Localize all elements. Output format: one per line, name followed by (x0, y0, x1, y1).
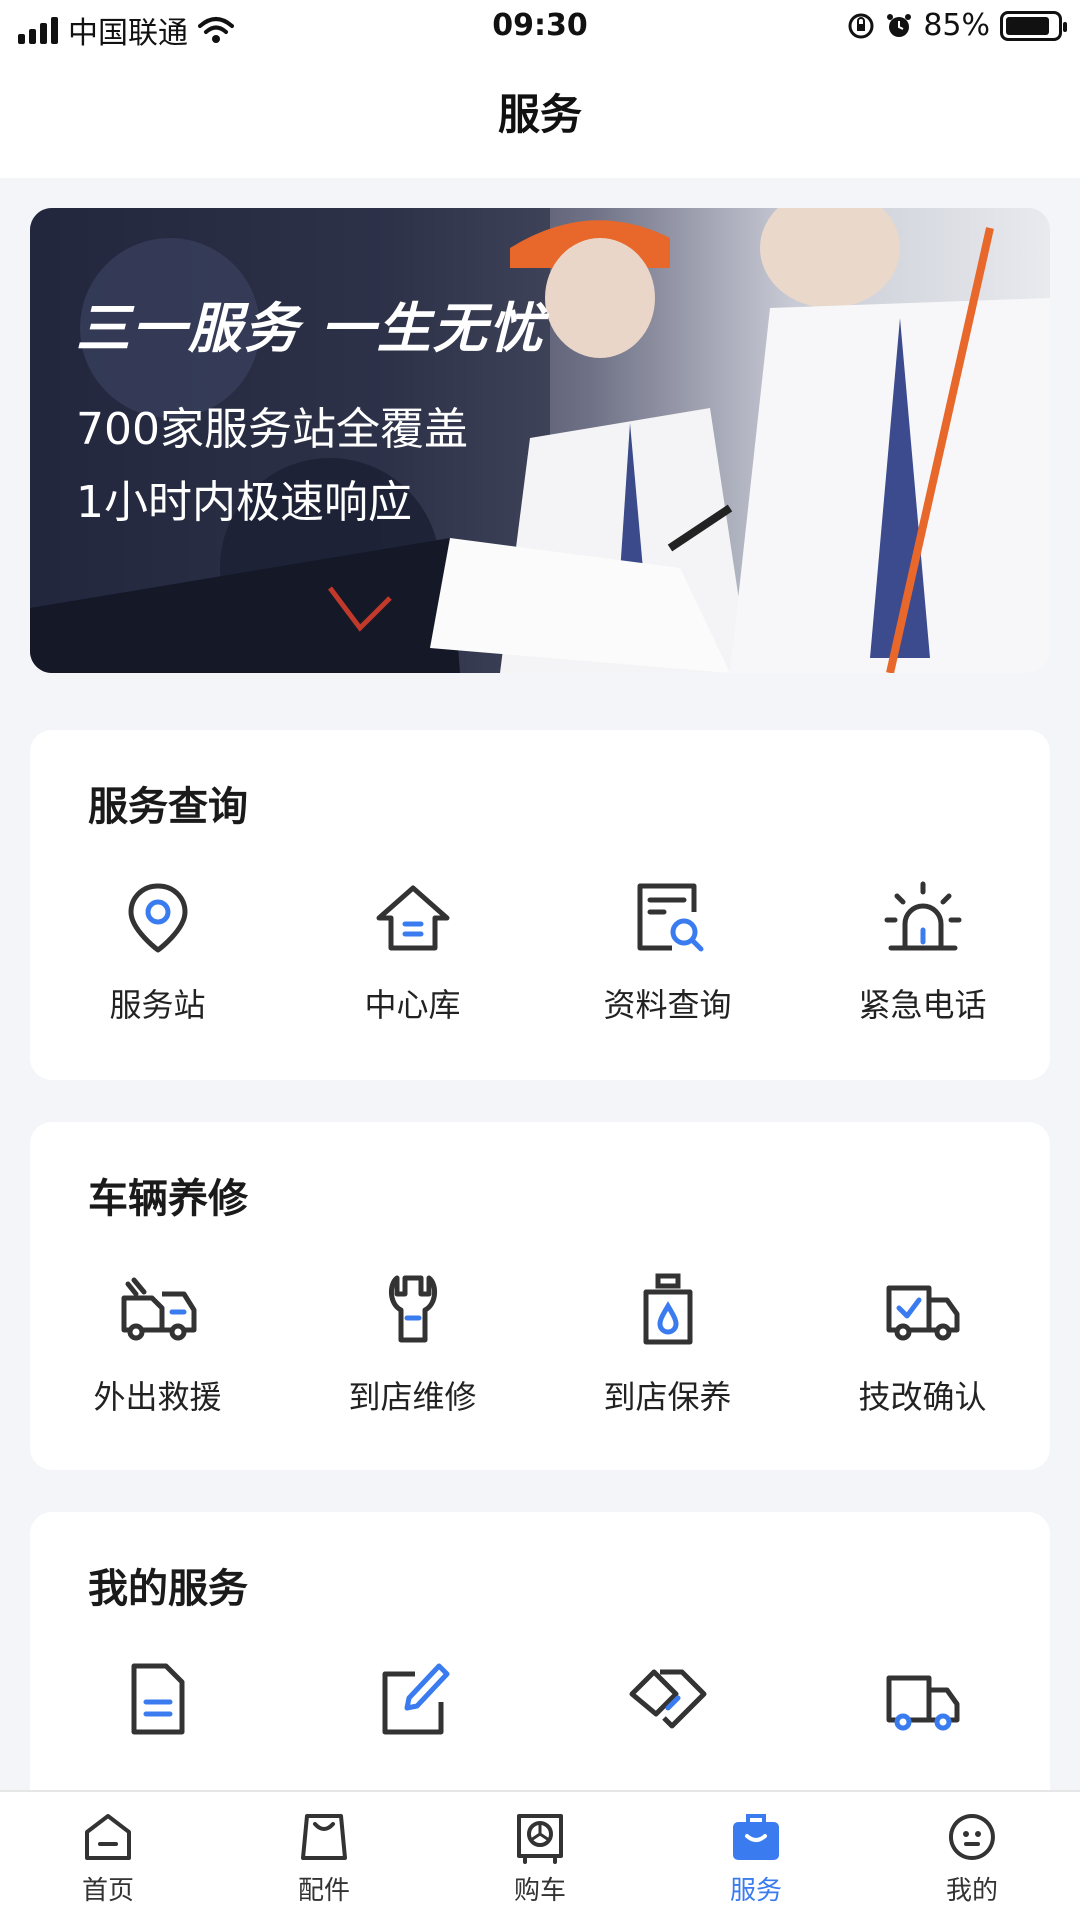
profile-icon (948, 1814, 995, 1860)
section-title: 服务查询 (88, 784, 248, 830)
service-query-grid: 服务站 中心库 资料查询 紧急电话 (30, 878, 1050, 1026)
warehouse-icon (376, 885, 449, 951)
location-pin-icon (128, 883, 187, 953)
grid-item-my-edit[interactable] (285, 1660, 540, 1740)
tab-service[interactable]: 服务 (648, 1792, 864, 1920)
alarm-light-icon (884, 881, 961, 951)
grid-item-my-cooperation[interactable] (540, 1660, 795, 1740)
grid-item-service-station[interactable]: 服务站 (30, 878, 285, 1026)
truck-front-icon (517, 1814, 563, 1864)
battery-fill (1006, 16, 1049, 35)
rescue-truck-icon (121, 1277, 196, 1341)
grid-label: 资料查询 (603, 986, 732, 1024)
edit-icon (382, 1663, 449, 1735)
bottom-tab-bar: 首页 配件 购车 服务 我的 (0, 1790, 1080, 1920)
section-service-query: 服务查询 服务站 中心库 资料查询 紧急电话 (30, 730, 1050, 1080)
grid-item-warehouse[interactable]: 中心库 (285, 878, 540, 1026)
grid-item-rescue[interactable]: 外出救援 (30, 1270, 285, 1418)
rotation-lock-icon (848, 13, 874, 38)
tab-label: 配件 (297, 1876, 350, 1906)
grid-item-document-search[interactable]: 资料查询 (540, 878, 795, 1026)
grid-label: 到店维修 (348, 1378, 477, 1416)
grid-label: 中心库 (364, 986, 461, 1024)
grid-label: 外出救援 (93, 1378, 222, 1416)
grid-item-tech-confirm[interactable]: 技改确认 (795, 1270, 1050, 1418)
page-title: 服务 (497, 90, 582, 139)
tab-label: 服务 (729, 1876, 782, 1906)
status-right: 85% (847, 8, 1067, 43)
vehicle-maintenance-grid: 外出救援 到店维修 到店保养 技改确认 (30, 1270, 1050, 1418)
document-icon (131, 1663, 184, 1735)
home-icon (85, 1814, 131, 1860)
nav-bar: 服务 (0, 56, 1080, 178)
document-search-icon (637, 883, 703, 952)
grid-item-emergency-phone[interactable]: 紧急电话 (795, 878, 1050, 1026)
section-title: 我的服务 (88, 1566, 248, 1612)
section-title: 车辆养修 (88, 1176, 248, 1222)
alarm-icon (887, 13, 912, 37)
tab-label: 我的 (945, 1876, 998, 1906)
section-my-services: 我的服务 (30, 1512, 1050, 1812)
battery-percent: 85% (923, 8, 990, 43)
tab-home[interactable]: 首页 (0, 1792, 216, 1920)
tab-profile[interactable]: 我的 (864, 1792, 1080, 1920)
grid-item-store-repair[interactable]: 到店维修 (285, 1270, 540, 1418)
banner-slogan: 三一服务 一生无忧 (76, 297, 545, 360)
tab-buy-car[interactable]: 购车 (432, 1792, 648, 1920)
grid-item-my-vehicles[interactable] (795, 1660, 1050, 1740)
grid-label: 紧急电话 (858, 986, 987, 1024)
tab-parts[interactable]: 配件 (216, 1792, 432, 1920)
grid-item-my-orders[interactable] (30, 1660, 285, 1740)
grid-label: 服务站 (109, 986, 206, 1024)
promo-banner[interactable]: 三一服务 一生无忧 700家服务站全覆盖 1小时内极速响应 (30, 208, 1050, 673)
battery-icon (1000, 10, 1067, 41)
grid-label: 技改确认 (858, 1378, 987, 1416)
my-services-grid (30, 1660, 1050, 1740)
tab-label: 购车 (513, 1876, 566, 1906)
grid-item-store-maintenance[interactable]: 到店保养 (540, 1270, 795, 1418)
truck-check-icon (886, 1285, 959, 1341)
grid-label: 到店保养 (603, 1378, 732, 1416)
tab-label: 首页 (81, 1876, 134, 1906)
truck-icon (886, 1675, 959, 1731)
section-vehicle-maintenance: 车辆养修 外出救援 到店维修 到店保养 技改确认 (30, 1122, 1050, 1470)
wrench-icon (388, 1275, 437, 1343)
oil-can-icon (643, 1273, 692, 1345)
service-bag-icon (733, 1814, 779, 1860)
banner-line-2: 1小时内极速响应 (76, 477, 412, 528)
banner-line-1: 700家服务站全覆盖 (76, 404, 468, 455)
handshake-icon (629, 1669, 706, 1729)
bag-icon (301, 1814, 347, 1860)
status-bar: 中国联通 09:30 85% (0, 0, 1080, 56)
